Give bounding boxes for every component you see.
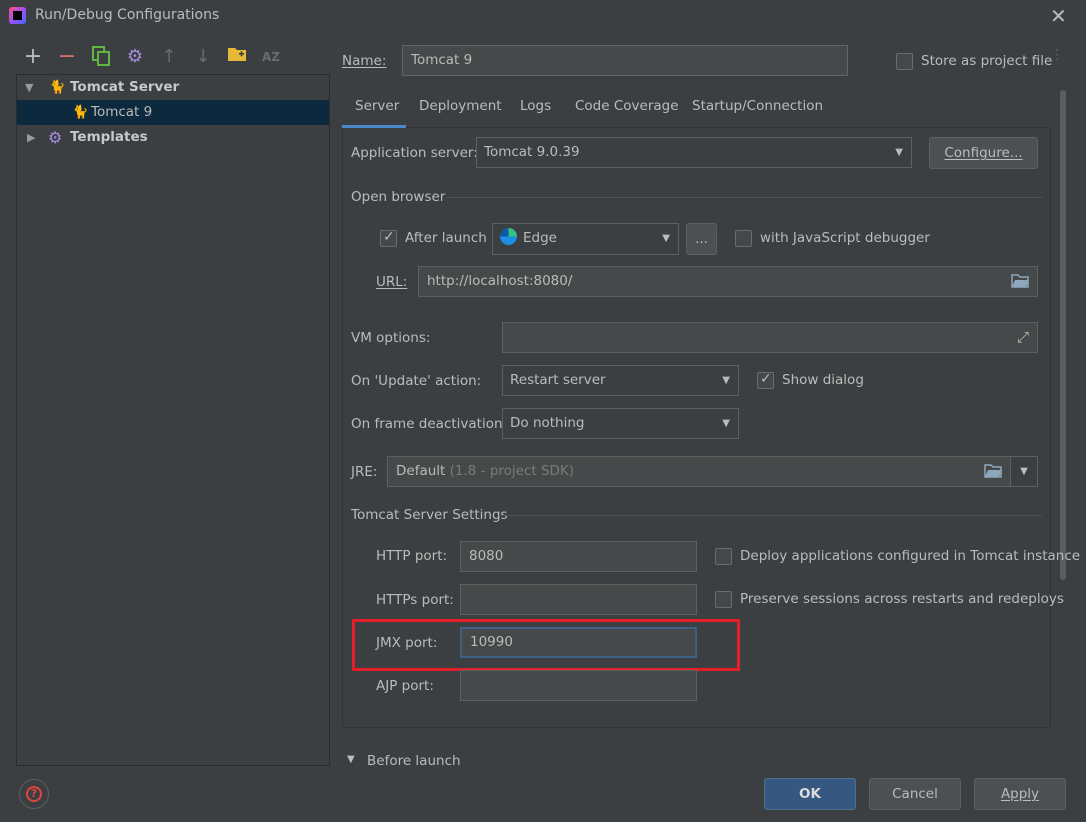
move-up-icon[interactable]: ↑ — [158, 46, 180, 68]
js-debugger-checkbox[interactable] — [735, 230, 752, 247]
jre-input[interactable]: Default (1.8 - project SDK) — [387, 456, 1011, 487]
jre-label: JRE: — [351, 464, 378, 480]
vm-options-input[interactable]: ⤢ — [502, 322, 1038, 353]
before-launch-section[interactable]: ▼ Before launch — [342, 748, 1062, 766]
tree-item-tomcat-server[interactable]: ▼ 🐈 Tomcat Server — [17, 75, 329, 100]
preserve-sessions-checkbox[interactable] — [715, 591, 732, 608]
chevron-down-icon: ▼ — [722, 418, 730, 429]
chevron-down-icon: ▼ — [722, 375, 730, 386]
after-launch-checkbox[interactable] — [380, 229, 397, 247]
jre-hint: (1.8 - project SDK) — [449, 463, 575, 479]
tab-server[interactable]: Server — [355, 98, 399, 114]
cancel-button[interactable]: Cancel — [869, 778, 961, 810]
application-server-label: Application server: — [351, 145, 478, 161]
application-server-select[interactable]: Tomcat 9.0.39 ▼ — [476, 137, 912, 168]
vertical-scrollbar[interactable] — [1060, 90, 1066, 580]
url-input[interactable]: http://localhost:8080/ — [418, 266, 1038, 297]
chevron-down-icon[interactable]: ▼ — [25, 75, 33, 100]
show-dialog-checkbox[interactable] — [757, 371, 774, 389]
deploy-applications-label: Deploy applications configured in Tomcat… — [740, 548, 1081, 564]
browser-select[interactable]: Edge ▼ — [492, 223, 679, 255]
show-dialog-label: Show dialog — [782, 372, 864, 388]
help-button[interactable]: ? — [19, 779, 49, 809]
chevron-right-icon[interactable]: ▶ — [27, 125, 35, 150]
after-launch-label: After launch — [405, 230, 487, 246]
tab-logs[interactable]: Logs — [520, 98, 551, 114]
before-launch-label: Before launch — [367, 753, 461, 766]
tree-item-label: Tomcat 9 — [91, 104, 153, 120]
http-port-input[interactable]: 8080 — [460, 541, 697, 572]
folder-icon[interactable] — [1011, 267, 1029, 296]
vm-options-label: VM options: — [351, 330, 431, 346]
gear-icon: ⚙ — [48, 128, 63, 147]
https-port-input[interactable] — [460, 584, 697, 615]
section-divider — [446, 197, 1042, 198]
url-label: URL: — [376, 274, 408, 290]
ok-button[interactable]: OK — [764, 778, 856, 810]
on-update-label: On 'Update' action: — [351, 373, 482, 389]
store-as-project-file-label: Store as project file — [921, 53, 1053, 69]
preserve-sessions-label: Preserve sessions across restarts and re… — [740, 591, 1064, 607]
close-icon[interactable]: ✕ — [1050, 4, 1067, 28]
ajp-port-label: AJP port: — [376, 678, 434, 694]
apply-button[interactable]: Apply — [974, 778, 1066, 810]
tab-deployment[interactable]: Deployment — [419, 98, 502, 114]
chevron-down-icon: ▼ — [347, 754, 355, 765]
edit-templates-icon[interactable]: ⚙ — [124, 46, 146, 68]
on-frame-deactivation-select[interactable]: Do nothing ▼ — [502, 408, 739, 439]
chevron-down-icon: ▼ — [895, 147, 903, 158]
copy-configuration-icon[interactable] — [90, 46, 112, 68]
application-server-value: Tomcat 9.0.39 — [484, 144, 580, 160]
section-divider — [499, 515, 1042, 516]
ajp-port-input[interactable] — [460, 670, 697, 701]
expand-icon[interactable]: ⤢ — [1017, 323, 1029, 352]
tree-item-label: Templates — [70, 129, 148, 145]
tree-item-tomcat-9[interactable]: 🐈 Tomcat 9 — [17, 100, 329, 125]
tree-item-templates[interactable]: ▶ ⚙ Templates — [17, 125, 329, 150]
configurations-tree: ▼ 🐈 Tomcat Server 🐈 Tomcat 9 ▶ ⚙ Templat… — [16, 74, 330, 766]
add-configuration-icon[interactable]: + — [22, 46, 44, 68]
jmx-port-highlight-box — [352, 619, 740, 671]
intellij-app-icon — [9, 7, 26, 24]
tab-startup-connection[interactable]: Startup/Connection — [692, 98, 823, 114]
configure-button[interactable]: Configure... — [929, 137, 1038, 169]
more-options-icon[interactable]: ⋮ — [1050, 48, 1064, 62]
on-frame-deactivation-label: On frame deactivation: — [351, 416, 508, 432]
http-port-label: HTTP port: — [376, 548, 448, 564]
js-debugger-label: with JavaScript debugger — [760, 230, 930, 246]
browse-browser-button[interactable]: ... — [686, 223, 717, 255]
help-icon: ? — [26, 786, 42, 802]
remove-configuration-icon[interactable]: − — [56, 46, 78, 68]
move-down-icon[interactable]: ↓ — [192, 46, 214, 68]
name-input[interactable]: Tomcat 9 — [402, 45, 848, 76]
on-frame-deactivation-value: Do nothing — [510, 415, 585, 431]
tree-item-label: Tomcat Server — [70, 79, 180, 95]
chevron-down-icon: ▼ — [1020, 466, 1028, 477]
new-folder-icon[interactable] — [226, 46, 248, 68]
folder-icon[interactable] — [984, 457, 1002, 486]
tomcat-icon: 🐈 — [49, 80, 66, 95]
on-update-select[interactable]: Restart server ▼ — [502, 365, 739, 396]
sort-alphabetically-icon[interactable]: AZ — [260, 46, 282, 68]
https-port-label: HTTPs port: — [376, 592, 454, 608]
browser-value: Edge — [523, 230, 557, 246]
edge-browser-icon — [500, 228, 517, 245]
open-browser-section-title: Open browser — [351, 189, 446, 205]
jre-value: Default — [396, 463, 446, 479]
deploy-applications-checkbox[interactable] — [715, 548, 732, 565]
store-as-project-file-checkbox[interactable] — [896, 53, 913, 70]
tomcat-icon: 🐈 — [72, 105, 89, 120]
tomcat-settings-section-title: Tomcat Server Settings — [351, 507, 508, 523]
title-bar: Run/Debug Configurations ✕ — [0, 0, 1086, 32]
url-value: http://localhost:8080/ — [427, 273, 573, 289]
window-title: Run/Debug Configurations — [35, 7, 220, 23]
tab-code-coverage[interactable]: Code Coverage — [575, 98, 679, 114]
chevron-down-icon: ▼ — [662, 233, 670, 244]
name-label: Name: — [342, 53, 387, 69]
jre-dropdown-button[interactable]: ▼ — [1010, 456, 1038, 487]
on-update-value: Restart server — [510, 372, 606, 388]
